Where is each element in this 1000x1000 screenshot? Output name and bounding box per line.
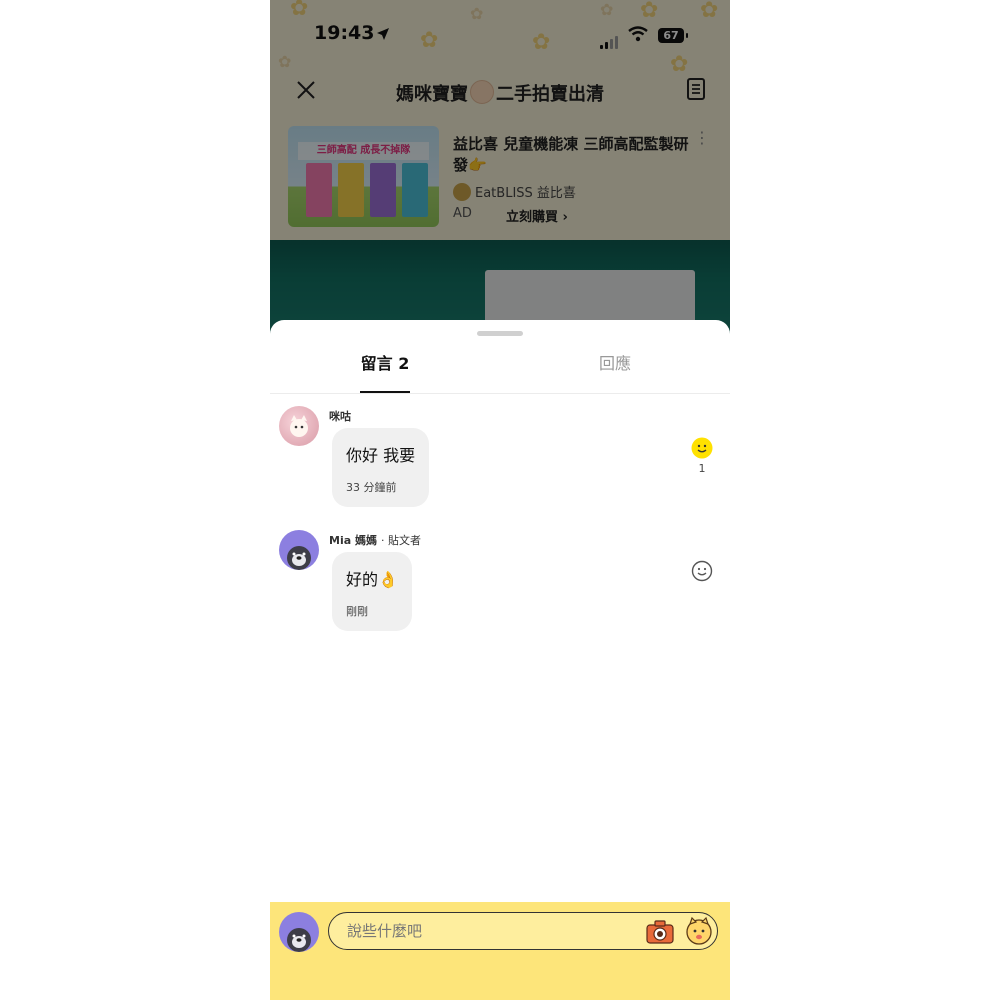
tab-comments[interactable]: 留言 2: [270, 340, 500, 393]
reaction-count: 1: [698, 462, 706, 475]
dog-avatar-icon: [287, 928, 311, 952]
avatar[interactable]: [279, 406, 319, 446]
comment-composer: 說些什麼吧: [270, 902, 730, 1000]
comment-text: 好的👌: [346, 570, 398, 589]
sticker-icon[interactable]: [684, 916, 714, 946]
author-role: · 貼文者: [380, 534, 421, 547]
comment-time: 剛剛: [346, 605, 368, 618]
dim-overlay[interactable]: [270, 0, 730, 340]
avatar[interactable]: [279, 530, 319, 570]
smiley-icon[interactable]: [691, 437, 713, 459]
my-avatar: [279, 912, 319, 952]
dog-avatar-icon: [287, 546, 311, 570]
author-name: Mia 媽媽: [329, 534, 377, 547]
comment-text: 你好 我要: [346, 446, 416, 465]
drag-handle[interactable]: [477, 331, 523, 336]
comment-time: 33 分鐘前: [346, 481, 397, 494]
comment-bubble[interactable]: 你好 我要 33 分鐘前: [332, 428, 430, 507]
comment-bubble[interactable]: 好的👌 剛剛: [332, 552, 412, 631]
comment-author[interactable]: Mia 媽媽 · 貼文者: [329, 532, 421, 548]
tab-bar: 留言 2 回應: [270, 340, 730, 394]
camera-icon[interactable]: [646, 920, 674, 944]
avatar-photo: [290, 415, 308, 437]
comment-author[interactable]: 咪咕: [329, 408, 351, 424]
tab-replies[interactable]: 回應: [500, 340, 730, 393]
phone-screen: ✿ ✿ ✿ ✿ ✿ ✿ ✿ ✿ ✿ 19:43 67 媽咪寶寶 二手拍賣出清 三…: [270, 0, 730, 1000]
author-name: 咪咕: [329, 410, 351, 423]
smiley-outline-icon[interactable]: [691, 560, 713, 582]
comments-sheet: 留言 2 回應 咪咕 你好 我要 33 分鐘前 1 Mia 媽媽 · 貼文者 好…: [270, 320, 730, 1000]
